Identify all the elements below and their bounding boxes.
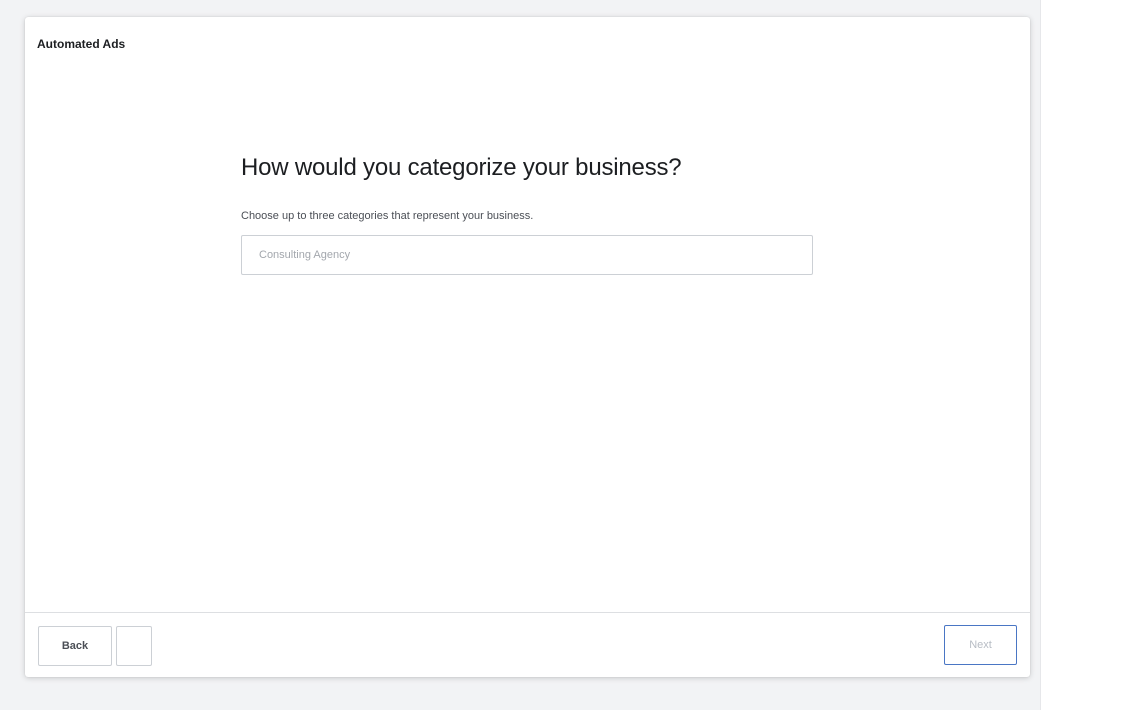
automated-ads-dialog: Automated Ads How would you categorize y… xyxy=(25,17,1030,677)
category-question-section: How would you categorize your business? … xyxy=(241,152,813,275)
business-category-input[interactable] xyxy=(241,235,813,275)
dialog-title: Automated Ads xyxy=(37,37,126,51)
helper-text: Choose up to three categories that repre… xyxy=(241,210,534,222)
question-heading: How would you categorize your business? xyxy=(241,154,682,181)
next-button[interactable]: Next xyxy=(944,625,1017,665)
back-button[interactable]: Back xyxy=(38,626,112,666)
right-side-panel xyxy=(1040,0,1138,710)
dialog-footer: Back Next xyxy=(25,612,1030,678)
blank-button[interactable] xyxy=(116,626,152,666)
